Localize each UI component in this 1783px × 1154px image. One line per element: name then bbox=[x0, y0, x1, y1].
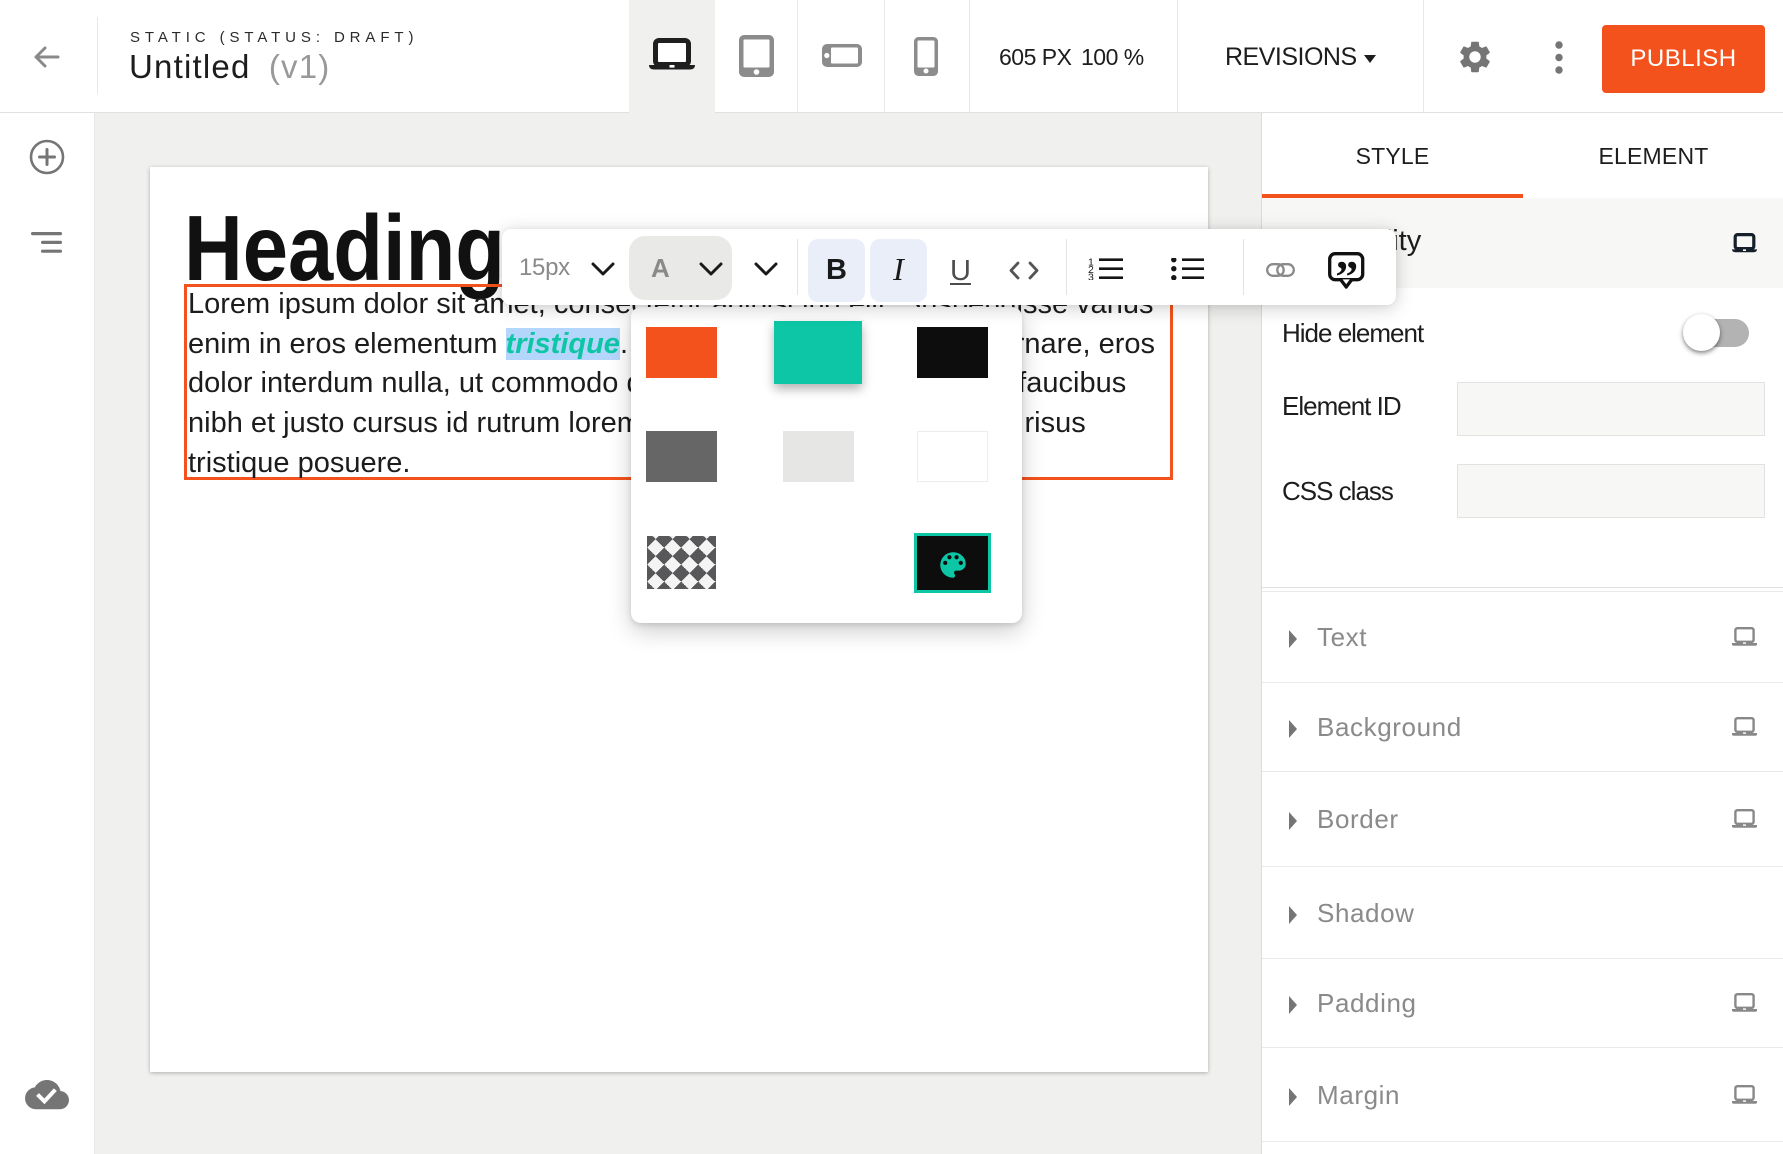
svg-text:3: 3 bbox=[1088, 271, 1094, 280]
svg-text:”: ” bbox=[1335, 252, 1358, 292]
